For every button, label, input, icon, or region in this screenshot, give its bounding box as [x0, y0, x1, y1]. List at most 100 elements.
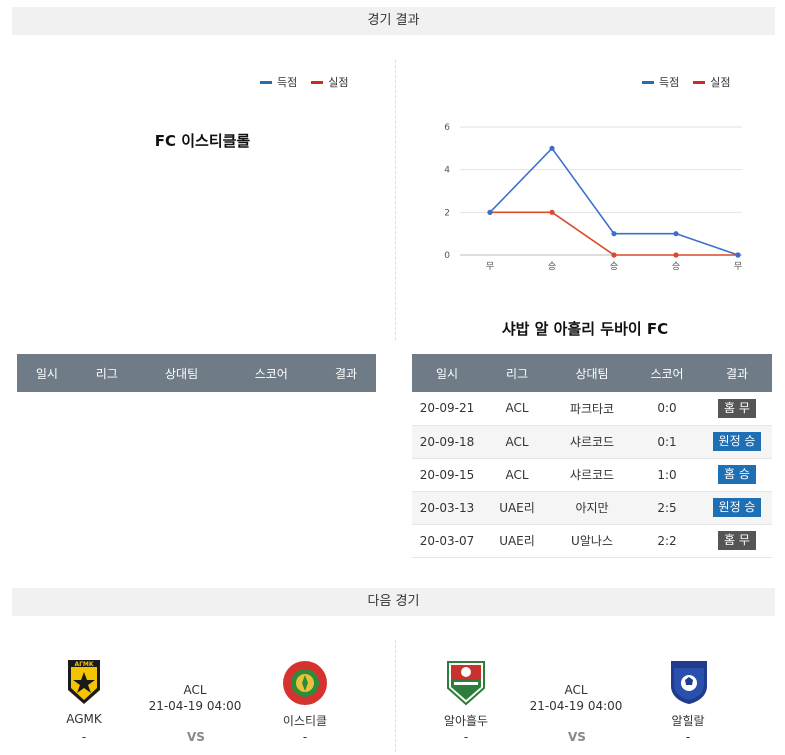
- x-tick-label: 무: [734, 261, 742, 272]
- row-score: 2:5: [632, 491, 702, 525]
- row-league: ACL: [482, 425, 552, 459]
- scored-swatch: [642, 80, 654, 84]
- right-results-table: 일시 리그 상대팀 스코어 결과 20-09-21 ACL 파크타코 0:0 홈…: [412, 354, 772, 558]
- col-opponent: 상대팀: [552, 354, 632, 392]
- data-point: [673, 252, 679, 258]
- row-score: 0:0: [632, 392, 702, 426]
- series-line: [489, 147, 739, 256]
- home-team-name: 알아흘두: [443, 714, 489, 728]
- legend-conceded-label: 실점: [328, 76, 349, 89]
- results-section-title: 경기 결과: [12, 7, 775, 35]
- result-badge: 원정 승: [712, 432, 762, 451]
- data-point: [549, 145, 555, 151]
- next-section-title: 다음 경기: [12, 588, 775, 616]
- away-score: -: [302, 730, 308, 744]
- x-tick-label: 무: [486, 261, 494, 272]
- vs-label: VS: [568, 730, 586, 744]
- table-row: 20-09-15 ACL 샤르코드 1:0 홈 승: [412, 458, 772, 492]
- istiklol-crest-icon: [282, 660, 328, 710]
- vs-label: VS: [187, 730, 205, 744]
- x-tick-label: 승: [672, 261, 680, 272]
- row-score: 0:1: [632, 425, 702, 459]
- table-row: 20-03-07 UAE리 U알나스 2:2 홈 무: [412, 524, 772, 558]
- col-date: 일시: [412, 354, 482, 392]
- away-team-name: 이스티클: [282, 714, 328, 728]
- row-league: UAE리: [482, 524, 552, 558]
- left-legend: 득점 실점: [260, 74, 349, 90]
- legend-scored: 득점: [642, 74, 679, 90]
- data-point: [735, 252, 741, 258]
- col-result: 결과: [702, 354, 772, 392]
- result-badge: 홈 승: [718, 465, 756, 484]
- conceded-swatch: [311, 80, 324, 84]
- match-datetime: 21-04-19 04:00: [529, 699, 623, 713]
- match-league: ACL: [564, 683, 588, 697]
- col-date: 일시: [17, 354, 77, 392]
- col-score: 스코어: [226, 354, 317, 392]
- y-tick-label: 0: [444, 251, 450, 261]
- legend-conceded: 실점: [311, 74, 349, 90]
- row-date: 20-09-21: [412, 392, 482, 426]
- legend-conceded: 실점: [693, 74, 731, 90]
- row-date: 20-03-13: [412, 491, 482, 525]
- match-datetime: 21-04-19 04:00: [148, 699, 242, 713]
- result-badge: 홈 무: [718, 531, 756, 550]
- row-date: 20-09-15: [412, 458, 482, 492]
- match-league: ACL: [183, 683, 207, 697]
- row-opponent: 샤르코드: [552, 458, 632, 492]
- row-league: UAE리: [482, 491, 552, 525]
- left-team-name: FC 이스티클롤: [154, 132, 251, 150]
- x-tick-label: 승: [610, 261, 618, 272]
- data-point: [549, 209, 555, 215]
- col-result: 결과: [316, 354, 376, 392]
- home-team-name: AGMK: [66, 712, 102, 726]
- data-point: [611, 231, 617, 237]
- row-score: 2:2: [632, 524, 702, 558]
- result-badge: 원정 승: [712, 498, 762, 517]
- row-opponent: 아지만: [552, 491, 632, 525]
- recent-form-chart: 0 2 4 6 무 승 승 승 무: [444, 123, 742, 272]
- data-point: [487, 209, 493, 215]
- column-divider: [395, 60, 396, 340]
- row-score: 1:0: [632, 458, 702, 492]
- svg-text:AГMK: AГMK: [74, 661, 93, 668]
- column-divider: [395, 640, 396, 752]
- alhilal-crest-icon: [668, 658, 710, 710]
- conceded-swatch: [693, 80, 706, 84]
- away-team-name: 알힐랄: [671, 714, 705, 728]
- col-league: 리그: [482, 354, 552, 392]
- shabab-crest-icon: [444, 658, 488, 710]
- col-league: 리그: [76, 354, 137, 392]
- scored-swatch: [260, 80, 272, 84]
- agmk-crest-icon: AГMK: [66, 658, 102, 710]
- row-opponent: U알나스: [552, 524, 632, 558]
- home-score: -: [81, 730, 87, 744]
- row-league: ACL: [482, 458, 552, 492]
- right-legend: 득점 실점: [642, 74, 731, 90]
- legend-scored: 득점: [260, 74, 297, 90]
- result-badge: 홈 무: [718, 398, 756, 418]
- legend-conceded-label: 실점: [710, 76, 731, 89]
- right-team-name: 샤밥 알 아흘리 두바이 FC: [501, 320, 669, 338]
- row-opponent: 파크타코: [552, 392, 632, 426]
- data-point: [673, 231, 679, 237]
- legend-scored-label: 득점: [659, 76, 680, 89]
- table-row: 20-03-13 UAE리 아지만 2:5 원정 승: [412, 491, 772, 525]
- table-row: 20-09-21 ACL 파크타코 0:0 홈 무: [412, 392, 772, 426]
- x-tick-label: 승: [548, 261, 556, 272]
- y-tick-label: 2: [444, 208, 450, 218]
- home-score: -: [463, 730, 469, 744]
- data-point: [611, 252, 617, 258]
- row-date: 20-03-07: [412, 524, 482, 558]
- legend-scored-label: 득점: [277, 76, 298, 89]
- col-opponent: 상대팀: [136, 354, 227, 392]
- row-date: 20-09-18: [412, 425, 482, 459]
- y-tick-label: 4: [444, 166, 450, 176]
- table-row: 20-09-18 ACL 샤르코드 0:1 원정 승: [412, 425, 772, 459]
- col-score: 스코어: [632, 354, 702, 392]
- y-tick-label: 6: [444, 123, 450, 133]
- away-score: -: [685, 730, 691, 744]
- row-league: ACL: [482, 392, 552, 426]
- left-results-table: 일시 리그 상대팀 스코어 결과: [17, 354, 376, 392]
- row-opponent: 샤르코드: [552, 425, 632, 459]
